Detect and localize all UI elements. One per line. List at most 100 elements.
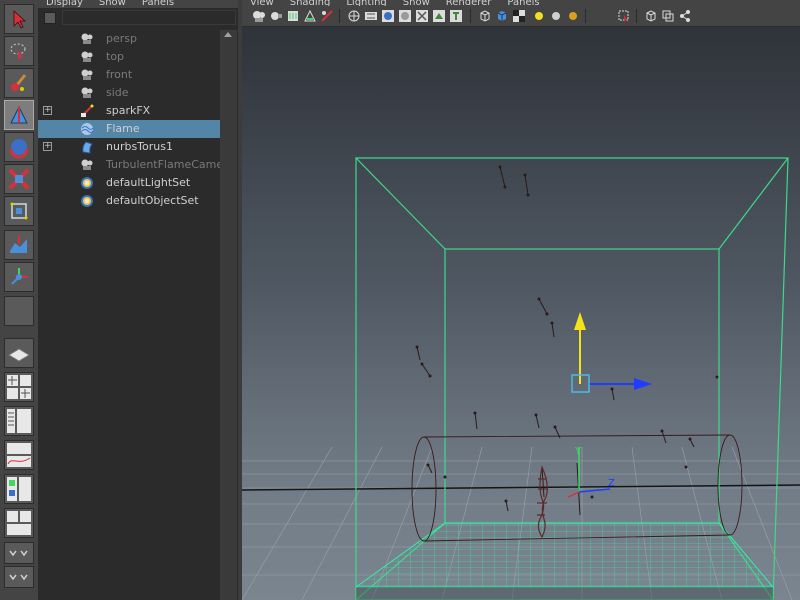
hypershade-icon — [7, 477, 31, 501]
outliner-scrollbar[interactable] — [220, 30, 237, 600]
outliner-item[interactable]: defaultLightSet — [38, 174, 220, 192]
textured-icon[interactable] — [398, 9, 412, 23]
cube-manipulator-icon — [10, 202, 28, 220]
share-icon[interactable] — [678, 9, 692, 23]
persp-outliner-layout-button[interactable] — [4, 508, 34, 538]
origin-axis-gizmo: Y Z — [567, 446, 615, 498]
outliner-item[interactable]: side — [38, 84, 220, 102]
camera-icon — [80, 68, 94, 82]
wire-cube-icon[interactable] — [478, 9, 492, 23]
soft-modify-icon — [10, 236, 27, 253]
outliner-item[interactable]: Flame — [38, 120, 220, 138]
outliner-item[interactable]: defaultObjectSet — [38, 192, 220, 210]
smooth-shade-icon[interactable] — [364, 9, 378, 23]
origin-y-label: Y — [574, 446, 582, 457]
outliner-search-input[interactable] — [62, 10, 236, 25]
rotate-tool-icon — [9, 139, 29, 159]
outliner-filter-toggle[interactable] — [44, 12, 56, 24]
outliner-item-label: defaultLightSet — [106, 176, 191, 189]
show-manipulator-button[interactable] — [4, 262, 34, 292]
expand-toggle-icon[interactable]: + — [43, 142, 52, 151]
outliner-panel: Display Show Panels persp top front side + spar… — [38, 0, 239, 600]
camera-cube-icon[interactable] — [644, 9, 658, 23]
manipulator-icon — [11, 268, 28, 285]
last-tool-button[interactable] — [4, 296, 34, 326]
persp-outliner-icon — [7, 511, 31, 535]
particle-points — [415, 165, 719, 503]
isolate-select-icon[interactable] — [617, 9, 631, 23]
perspective-viewport[interactable]: Y Z — [242, 27, 800, 600]
all-lights-icon[interactable] — [549, 9, 563, 23]
persp-graph-layout-button[interactable] — [4, 440, 34, 470]
outliner-item-label: defaultObjectSet — [106, 194, 199, 207]
text-icon[interactable] — [449, 9, 463, 23]
universal-manipulator-button[interactable] — [4, 196, 34, 226]
layout-menu-button[interactable] — [4, 542, 34, 564]
layout-menu-button-2[interactable] — [4, 566, 34, 588]
set-icon — [80, 194, 94, 208]
emitter-floor-grid[interactable] — [354, 522, 775, 588]
single-view-layout-button[interactable] — [4, 338, 34, 368]
xray-icon[interactable] — [512, 9, 526, 23]
outliner-item[interactable]: front — [38, 66, 220, 84]
outliner-item-label: front — [106, 68, 133, 81]
set-icon — [80, 176, 94, 190]
menu-display[interactable]: Display — [46, 0, 83, 8]
flame-particles[interactable] — [416, 166, 695, 516]
outliner-item-label: side — [106, 86, 129, 99]
outliner-item[interactable]: + nurbsTorus1 — [38, 138, 220, 156]
chevron-down-icon — [9, 550, 28, 557]
outliner-item[interactable]: persp — [38, 30, 220, 48]
shadows-icon[interactable] — [432, 9, 446, 23]
soft-modify-button[interactable] — [4, 230, 34, 260]
outliner-item[interactable]: TurbulentFlameCamera — [38, 156, 234, 174]
persp-graph-icon — [7, 443, 31, 467]
outliner-item[interactable]: + sparkFX — [38, 102, 220, 120]
outliner-menu-bar: Display Show Panels — [38, 0, 238, 8]
shaded-cube-icon[interactable] — [495, 9, 509, 23]
bookmark-icon[interactable] — [286, 9, 300, 23]
wireframe-icon[interactable] — [347, 9, 361, 23]
select-tool-button[interactable] — [4, 4, 34, 34]
viewport-scene[interactable]: Y Z — [242, 27, 800, 600]
move-manipulator[interactable] — [571, 312, 652, 393]
select-arrow-icon — [13, 10, 27, 29]
default-light-icon[interactable] — [532, 9, 546, 23]
scroll-up-arrow-icon[interactable] — [224, 32, 232, 37]
four-pane-icon — [7, 375, 31, 399]
rotate-tool-button[interactable] — [4, 132, 34, 162]
resolution-gate-icon[interactable] — [661, 9, 675, 23]
menu-panels[interactable]: Panels — [142, 0, 174, 8]
lasso-tool-button[interactable] — [4, 36, 34, 66]
outliner-persp-layout-button[interactable] — [4, 406, 34, 436]
camera-icon — [80, 86, 94, 100]
shaded-icon[interactable] — [381, 9, 395, 23]
camera-icon — [80, 158, 94, 172]
toolbar-separator — [585, 9, 586, 23]
hypershade-layout-button[interactable] — [4, 474, 34, 504]
particle-icon — [80, 104, 94, 118]
paint-select-tool-button[interactable] — [4, 68, 34, 98]
nurbs-surface-icon — [80, 140, 94, 154]
image-plane-icon[interactable] — [303, 9, 317, 23]
menu-show[interactable]: Show — [99, 0, 126, 8]
grease-pencil-icon[interactable] — [320, 9, 334, 23]
camera-icon — [80, 50, 94, 64]
toolbox — [0, 0, 39, 600]
scale-tool-button[interactable] — [4, 164, 34, 194]
paint-brush-icon — [11, 74, 27, 91]
expand-toggle-icon[interactable]: + — [43, 106, 52, 115]
camera-attributes-icon[interactable] — [269, 9, 283, 23]
lights-icon[interactable] — [415, 9, 429, 23]
single-pane-icon — [8, 348, 30, 362]
four-view-layout-button[interactable] — [4, 372, 34, 402]
select-camera-icon[interactable] — [252, 9, 266, 23]
viewport-toolbar — [242, 6, 800, 27]
toolbar-separator — [470, 9, 471, 23]
shadow-light-icon[interactable] — [566, 9, 580, 23]
outliner-item-label: sparkFX — [106, 104, 151, 117]
outliner-item[interactable]: top — [38, 48, 220, 66]
move-tool-button[interactable] — [4, 100, 34, 130]
move-tool-icon — [10, 105, 28, 124]
outliner-item-label: nurbsTorus1 — [106, 140, 173, 153]
